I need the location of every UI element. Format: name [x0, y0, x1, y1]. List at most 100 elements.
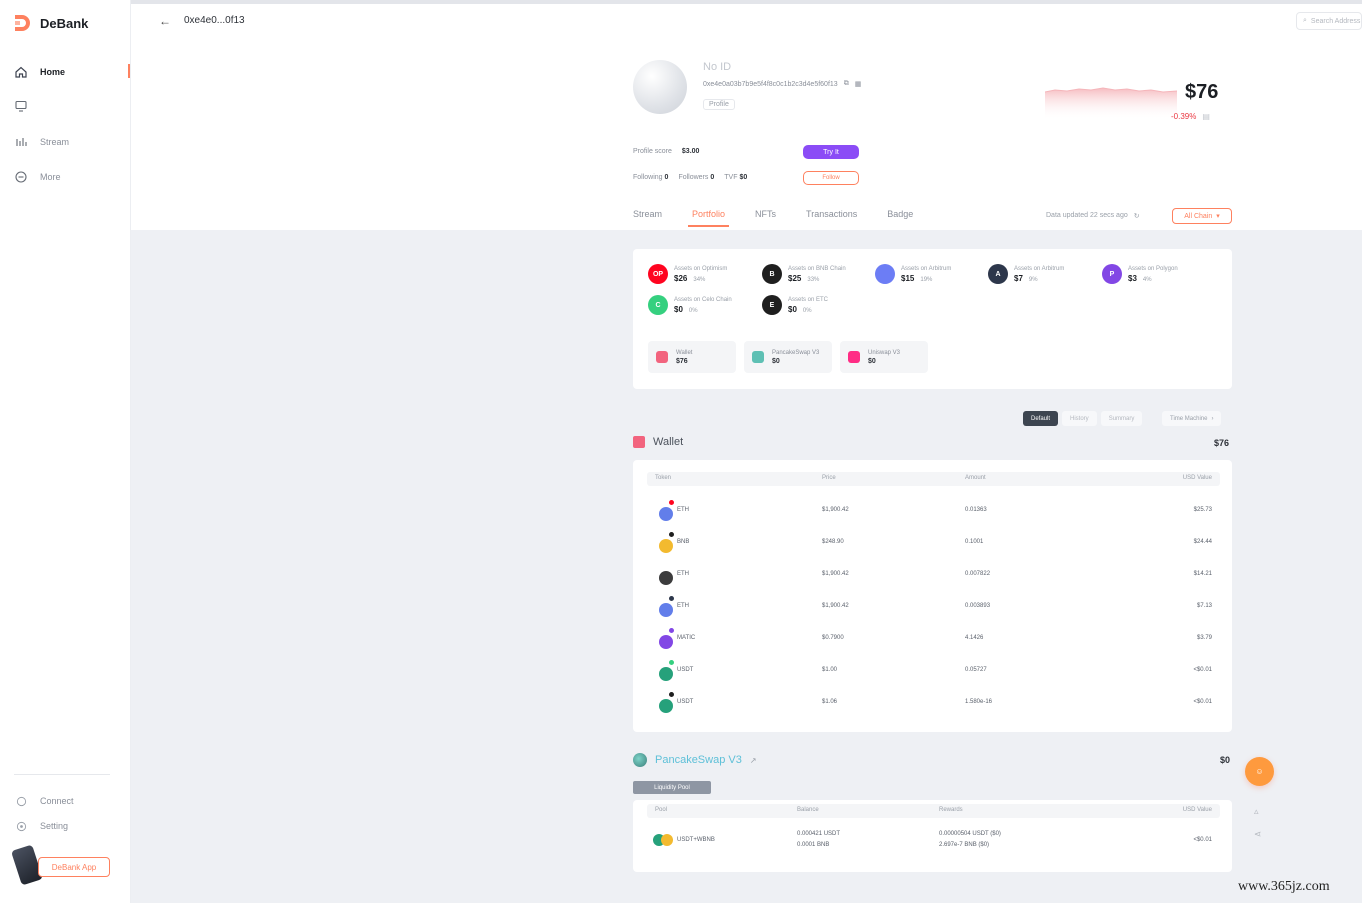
token-symbol: MATIC: [677, 635, 696, 641]
table-row[interactable]: USDT+WBNB 0.000421 USDT 0.0001 BNB 0.000…: [647, 826, 1220, 856]
protocol-chip[interactable]: Wallet $76: [648, 341, 736, 373]
token-icon: [659, 603, 673, 617]
chain-name: Assets on Arbitrum: [901, 265, 952, 272]
pancakeswap-section-title[interactable]: PancakeSwap V3 ↗: [633, 753, 757, 767]
debank-app-button[interactable]: DeBank App: [10, 844, 112, 886]
view-history[interactable]: History: [1062, 411, 1097, 426]
follow-button[interactable]: Follow: [803, 171, 859, 185]
chain-name: Assets on ETC: [788, 296, 829, 303]
try-it-button[interactable]: Try It: [803, 145, 859, 159]
token-usd-value: $14.21: [1193, 571, 1212, 577]
divider: [14, 774, 110, 775]
home-icon: [14, 65, 28, 79]
stream-icon: [14, 135, 28, 149]
chain-value: $7: [1014, 273, 1023, 283]
followers-stat[interactable]: Followers 0: [678, 174, 714, 181]
account-address-row: 0xe4e0a03b7b9e5f4f8c0c1b2c3d4e5f60f13 ⧉ …: [703, 80, 861, 88]
following-stat[interactable]: Following 0: [633, 174, 668, 181]
chain-item[interactable]: OP Assets on Optimism $26 34%: [648, 264, 756, 284]
wallet-section-title: Wallet: [633, 436, 683, 448]
copy-icon[interactable]: ⧉: [844, 80, 849, 88]
tab-transactions[interactable]: Transactions: [806, 209, 857, 227]
search-input[interactable]: ⌕ Search Address: [1296, 12, 1362, 30]
watermark: www.365jz.com: [1238, 879, 1330, 894]
token-symbol: BNB: [677, 539, 690, 545]
sidebar-item-home[interactable]: Home: [14, 64, 124, 80]
tab-badge[interactable]: Badge: [887, 209, 913, 227]
token-price: $1,900.42: [822, 603, 849, 609]
connect-label: Connect: [40, 796, 74, 806]
connect-icon: [14, 794, 28, 808]
protocol-icon: [848, 351, 860, 363]
chain-badge-icon: [668, 499, 675, 506]
view-summary[interactable]: Summary: [1100, 411, 1143, 426]
qr-icon[interactable]: ▦: [855, 80, 862, 88]
chevron-down-icon: ▾: [1216, 213, 1220, 220]
profile-tag[interactable]: Profile: [703, 99, 735, 110]
table-row[interactable]: ETH $1,900.42 0.007822 $14.21: [647, 560, 1220, 590]
chain-item[interactable]: C Assets on Celo Chain $0 0%: [648, 295, 756, 315]
chevron-right-icon: ›: [1211, 415, 1214, 422]
chain-name: Assets on BNB Chain: [788, 265, 846, 272]
chain-badge-icon: [668, 563, 675, 570]
chain-percent: 0%: [802, 307, 812, 314]
chain-name: Assets on Arbitrum: [1014, 265, 1065, 272]
tab-portfolio[interactable]: Portfolio: [688, 209, 730, 227]
chain-item[interactable]: Assets on Arbitrum $15 19%: [875, 264, 983, 284]
table-row[interactable]: ETH $1,900.42 0.01363 $25.73: [647, 496, 1220, 526]
table-row[interactable]: ETH $1,900.42 0.003893 $7.13: [647, 592, 1220, 622]
time-machine-button[interactable]: Time Machine ›: [1162, 411, 1222, 426]
chain-select[interactable]: All Chain ▾: [1172, 208, 1232, 224]
chain-badge-icon: [668, 595, 675, 602]
token-icon: [659, 507, 673, 521]
table-row[interactable]: MATIC $0.7900 4.1426 $3.79: [647, 624, 1220, 654]
pool-balance-1: 0.000421 USDT: [797, 831, 841, 837]
chain-badge-icon: [668, 691, 675, 698]
table-row[interactable]: BNB $248.90 0.1001 $24.44: [647, 528, 1220, 558]
chain-item[interactable]: E Assets on ETC $0 0%: [762, 295, 870, 315]
protocol-icon: [656, 351, 668, 363]
wallet-icon: [633, 436, 645, 448]
tab-nfts[interactable]: NFTs: [755, 209, 776, 227]
table-row[interactable]: USDT $1.00 0.05727 <$0.01: [647, 656, 1220, 686]
protocol-value: $0: [868, 357, 876, 365]
chain-item[interactable]: P Assets on Polygon $3 4%: [1102, 264, 1210, 284]
connect-button[interactable]: Connect: [14, 793, 124, 809]
table-row[interactable]: USDT $1.06 1.580e-16 <$0.01: [647, 688, 1220, 718]
external-link-icon[interactable]: ↗: [750, 756, 757, 765]
chain-value: $15: [901, 273, 915, 283]
logo[interactable]: DeBank: [12, 13, 88, 33]
floating-action-button[interactable]: ☺: [1245, 757, 1274, 786]
protocol-chip[interactable]: Uniswap V3 $0: [840, 341, 928, 373]
chart-icon[interactable]: ▤: [1202, 112, 1210, 121]
view-toggle: Default History Summary: [1023, 411, 1143, 426]
setting-button[interactable]: Setting: [14, 818, 124, 834]
follow-stats-row: Following 0 Followers 0 TVF $0: [633, 174, 747, 181]
back-arrow-icon[interactable]: ←: [159, 14, 171, 28]
share-icon[interactable]: ⋖: [1254, 829, 1262, 840]
col-usd-value: USD Value: [1182, 807, 1212, 813]
view-default[interactable]: Default: [1023, 411, 1059, 426]
sidebar-item-more[interactable]: More: [14, 169, 124, 185]
net-worth-change: -0.39% ▤: [1171, 112, 1210, 121]
sidebar-item-label: Stream: [40, 137, 70, 147]
sidebar-item-stream[interactable]: Stream: [14, 134, 124, 150]
chain-item[interactable]: B Assets on BNB Chain $25 33%: [762, 264, 870, 284]
tab-stream[interactable]: Stream: [633, 209, 662, 227]
protocol-chip[interactable]: PancakeSwap V3 $0: [744, 341, 832, 373]
token-price: $1.00: [822, 667, 838, 673]
pool-table: Pool Balance Rewards USD Value USDT+WBNB…: [633, 800, 1232, 872]
refresh-icon[interactable]: ↻: [1134, 212, 1140, 220]
sidebar-item-screen[interactable]: [14, 98, 124, 114]
token-usd-value: $3.79: [1196, 635, 1212, 641]
token-icon: [659, 699, 673, 713]
chain-icon: OP: [648, 264, 668, 284]
protocol-name: PancakeSwap V3: [772, 349, 820, 356]
wallet-table: Token Price Amount USD Value ETH $1,900.4…: [633, 460, 1232, 732]
screen-icon: [14, 99, 28, 113]
protocol-name: Uniswap V3: [868, 349, 901, 356]
scroll-top-icon[interactable]: ▵: [1254, 806, 1259, 817]
debank-app-label: DeBank App: [38, 857, 110, 877]
chain-item[interactable]: A Assets on Arbitrum $7 9%: [988, 264, 1096, 284]
chain-name: Assets on Polygon: [1128, 265, 1178, 272]
